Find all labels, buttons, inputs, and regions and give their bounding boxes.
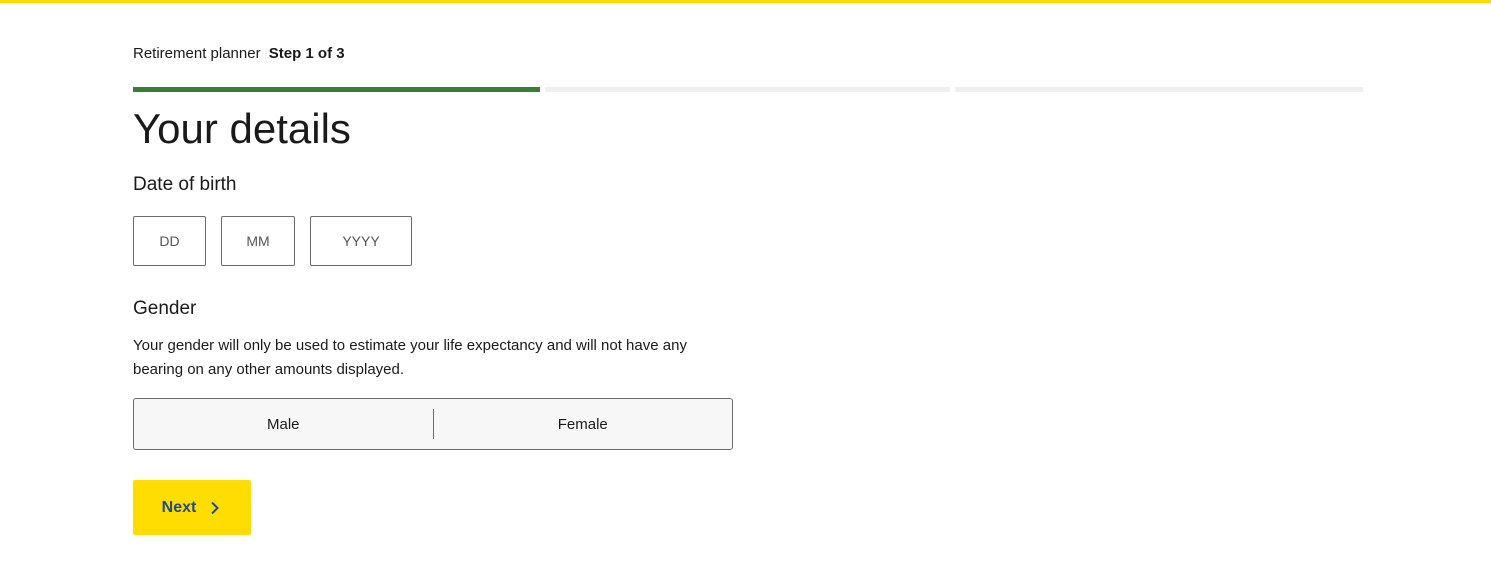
chevron-right-icon bbox=[211, 501, 220, 514]
dob-label: Date of birth bbox=[133, 174, 237, 195]
gender-option-female[interactable]: Female bbox=[434, 399, 733, 449]
dob-year-input[interactable] bbox=[310, 216, 412, 266]
progress-segment-2 bbox=[545, 87, 950, 92]
dob-day-input[interactable] bbox=[133, 216, 206, 266]
gender-option-male[interactable]: Male bbox=[134, 399, 433, 449]
page-title: Your details bbox=[133, 105, 351, 152]
gender-label: Gender bbox=[133, 298, 197, 319]
step-indicator: Retirement planner Step 1 of 3 bbox=[133, 45, 345, 62]
step-count: Step 1 of 3 bbox=[268, 45, 345, 62]
dob-month-input[interactable] bbox=[221, 216, 295, 266]
progress-segment-3 bbox=[955, 87, 1363, 92]
progress-segment-1 bbox=[133, 87, 540, 92]
next-button[interactable]: Next bbox=[133, 480, 251, 535]
top-accent-stripe bbox=[0, 0, 1491, 3]
gender-hint: Your gender will only be used to estimat… bbox=[133, 337, 687, 378]
next-button-label: Next bbox=[161, 498, 197, 516]
app-name: Retirement planner bbox=[133, 45, 261, 62]
gender-toggle: Male Female bbox=[133, 398, 733, 450]
progress-bar bbox=[133, 87, 1363, 92]
